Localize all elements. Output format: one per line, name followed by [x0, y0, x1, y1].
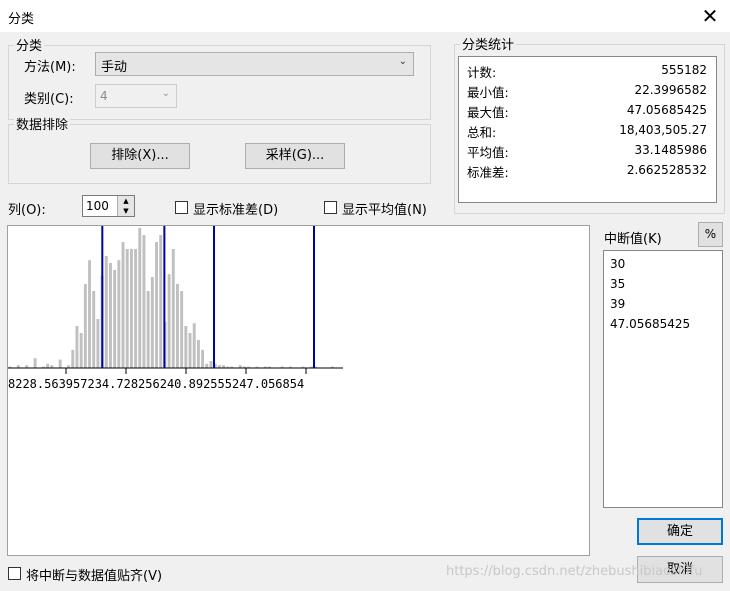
columns-label: 列(O):	[8, 203, 46, 218]
breaks-label: 中断值(K)	[604, 232, 662, 247]
histogram-bar	[180, 291, 184, 368]
watermark-text: https://blog.csdn.net/zhebushibiaoshifu	[446, 564, 703, 579]
histogram-bar	[176, 284, 179, 368]
exclude-button[interactable]: 排除(X)...	[90, 143, 190, 169]
break-value-item[interactable]: 30	[610, 257, 625, 271]
stat-std-value: 2.662528532	[626, 163, 707, 177]
histogram-chart[interactable]: 8228.563957234.728256240.892555247.05685…	[8, 226, 589, 555]
histogram-bar	[125, 249, 129, 368]
stat-std-row: 标准差: 2.662528532	[459, 160, 716, 180]
histogram-bar	[129, 249, 133, 368]
histogram-axis-labels: 8228.563957234.728256240.892555247.05685…	[8, 377, 304, 391]
exclusion-group-label: 数据排除	[14, 114, 71, 133]
show-mean-checkbox[interactable]	[324, 201, 337, 214]
chevron-down-icon: ⌄	[161, 88, 170, 99]
histogram-bar	[96, 319, 100, 368]
histogram-bar	[142, 235, 146, 368]
histogram-bar	[58, 359, 62, 368]
snap-label[interactable]: 将中断与数据值贴齐(V)	[26, 565, 162, 584]
histogram-bar	[113, 270, 117, 368]
histogram-bar	[75, 326, 79, 368]
histogram-bar	[159, 235, 163, 368]
chevron-down-icon: ⌄	[398, 56, 407, 67]
method-label: 方法(M):	[24, 60, 76, 75]
histogram-bar	[201, 349, 205, 368]
ok-button[interactable]: 确定	[637, 518, 723, 545]
columns-spinner[interactable]: 100 ▲ ▼	[82, 195, 135, 217]
histogram-bar	[138, 228, 142, 368]
histogram-bar	[92, 291, 96, 368]
histogram-panel[interactable]: 8228.563957234.728256240.892555247.05685…	[7, 225, 590, 556]
histogram-bar	[33, 358, 37, 368]
stat-min-key: 最小值:	[467, 85, 509, 100]
classification-group-label: 分类	[14, 35, 45, 54]
histogram-bar	[71, 349, 75, 368]
exclusion-group	[8, 124, 431, 184]
method-value: 手动	[101, 60, 128, 75]
histogram-bar	[167, 274, 171, 368]
break-value-item[interactable]: 35	[610, 277, 625, 291]
close-icon[interactable]: ✕	[696, 2, 724, 30]
columns-value: 100	[86, 199, 109, 213]
statistics-panel: 计数: 555182 最小值: 22.3996582 最大值: 47.05685…	[458, 56, 717, 203]
stat-max-row: 最大值: 47.05685425	[459, 100, 716, 120]
histogram-bar	[192, 323, 196, 368]
histogram-bar	[205, 363, 209, 368]
break-value-item[interactable]: 39	[610, 297, 625, 311]
histogram-bar	[184, 326, 188, 368]
histogram-bar	[46, 363, 50, 368]
method-dropdown[interactable]: 手动 ⌄	[95, 52, 414, 76]
percent-button[interactable]: %	[698, 222, 723, 247]
breaks-list[interactable]: 30 35 39 47.05685425	[603, 250, 723, 508]
histogram-bar	[117, 260, 121, 368]
stat-max-key: 最大值:	[467, 105, 509, 120]
classes-spinner[interactable]: 4 ⌄	[95, 84, 177, 108]
title-bar	[0, 0, 730, 32]
stat-min-value: 22.3996582	[634, 83, 707, 97]
histogram-bar	[104, 256, 108, 368]
stat-mean-row: 平均值: 33.1485986	[459, 140, 716, 160]
stat-sum-key: 总和:	[467, 125, 497, 140]
stat-sum-value: 18,403,505.27	[619, 123, 707, 137]
window-title: 分类	[8, 12, 35, 27]
histogram-plot-bg	[8, 226, 343, 396]
stat-mean-value: 33.1485986	[634, 143, 707, 157]
histogram-bar	[146, 291, 150, 368]
histogram-bar	[188, 333, 192, 368]
histogram-bar	[121, 242, 125, 368]
stat-std-key: 标准差:	[467, 165, 509, 180]
show-std-checkbox[interactable]	[175, 201, 188, 214]
classes-label: 类别(C):	[24, 92, 74, 107]
spin-down-icon[interactable]: ▼	[117, 206, 134, 216]
stat-sum-row: 总和: 18,403,505.27	[459, 120, 716, 140]
show-std-label[interactable]: 显示标准差(D)	[193, 199, 278, 218]
stat-count-row: 计数: 555182	[459, 60, 716, 80]
histogram-bar	[209, 361, 213, 368]
histogram-bar	[79, 333, 83, 368]
histogram-bar	[155, 242, 158, 368]
histogram-bar	[171, 249, 175, 368]
histogram-bar	[134, 249, 138, 368]
histogram-bar	[196, 340, 200, 368]
sample-button[interactable]: 采样(G)...	[245, 143, 345, 169]
stat-count-key: 计数:	[467, 65, 497, 80]
histogram-bar	[150, 277, 154, 368]
stat-mean-key: 平均值:	[467, 145, 509, 160]
histogram-bar	[88, 260, 91, 368]
break-value-item[interactable]: 47.05685425	[610, 317, 690, 331]
show-mean-label[interactable]: 显示平均值(N)	[342, 199, 427, 218]
histogram-bar	[83, 284, 87, 368]
stat-min-row: 最小值: 22.3996582	[459, 80, 716, 100]
snap-checkbox[interactable]	[8, 567, 21, 580]
stat-max-value: 47.05685425	[626, 103, 707, 117]
histogram-bar	[109, 263, 112, 368]
stat-count-value: 555182	[661, 63, 707, 77]
classes-value: 4	[100, 89, 108, 103]
statistics-group-label: 分类统计	[460, 34, 517, 53]
